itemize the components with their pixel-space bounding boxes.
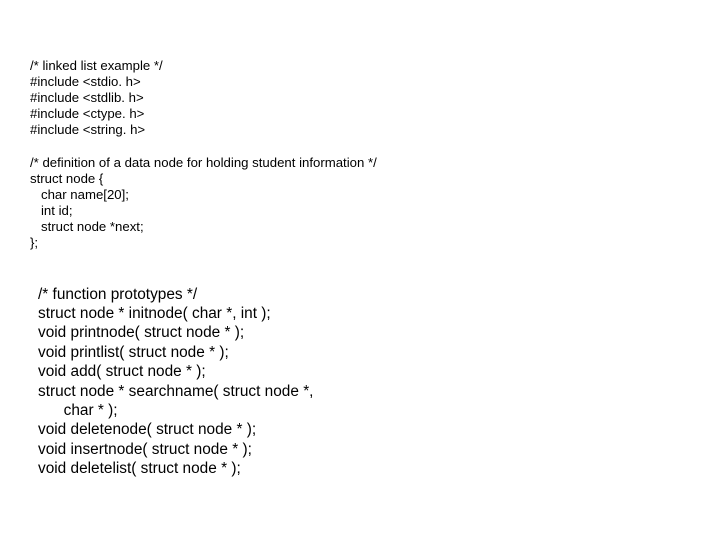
code-line: void printlist( struct node * ); (38, 344, 229, 361)
code-line: void insertnode( struct node * ); (38, 441, 252, 458)
code-line: void add( struct node * ); (38, 363, 206, 380)
code-line: void printnode( struct node * ); (38, 324, 244, 341)
code-line: char * ); (38, 402, 118, 419)
code-line: struct node * searchname( struct node *, (38, 383, 313, 400)
code-line: #include <ctype. h> (30, 106, 144, 121)
code-line: #include <stdio. h> (30, 74, 141, 89)
code-line: struct node * initnode( char *, int ); (38, 305, 271, 322)
code-line: /* function prototypes */ (38, 286, 197, 303)
code-line: #include <string. h> (30, 122, 145, 137)
code-line: void deletenode( struct node * ); (38, 421, 256, 438)
slide: /* linked list example */ #include <stdi… (0, 0, 720, 540)
code-line: /* definition of a data node for holding… (30, 155, 377, 170)
code-line: int id; (30, 203, 73, 218)
code-line: void deletelist( struct node * ); (38, 460, 241, 477)
code-line: /* linked list example */ (30, 58, 163, 73)
code-block-prototypes: /* function prototypes */ struct node * … (30, 265, 720, 478)
code-line: #include <stdlib. h> (30, 90, 144, 105)
code-block-top: /* linked list example */ #include <stdi… (30, 42, 720, 251)
code-line: char name[20]; (30, 187, 129, 202)
code-line: struct node *next; (30, 219, 144, 234)
code-line: struct node { (30, 171, 103, 186)
code-line: }; (30, 235, 38, 250)
